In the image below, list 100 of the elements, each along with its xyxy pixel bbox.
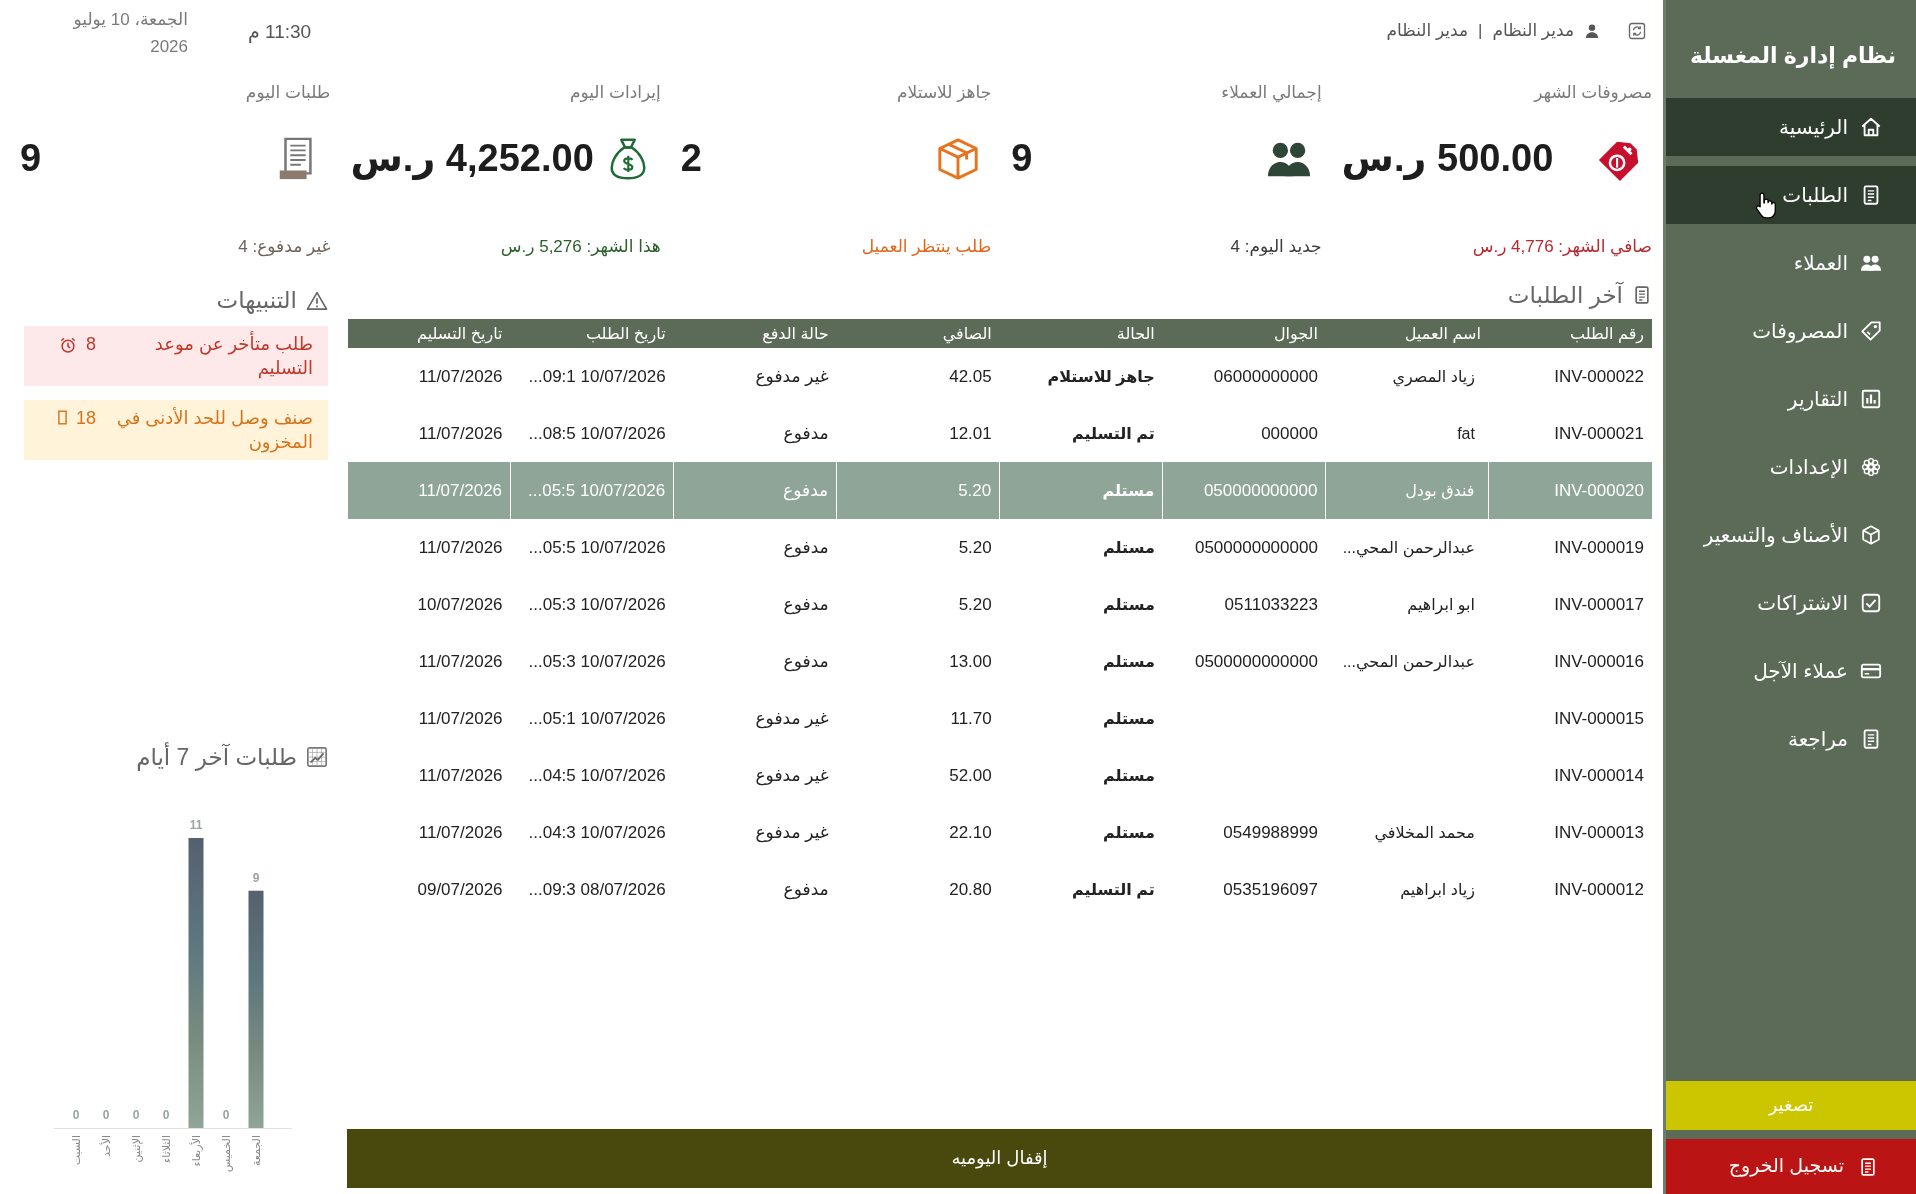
close-day-button[interactable]: إقفال اليوميه bbox=[347, 1129, 1652, 1188]
logout-button[interactable]: تسجيل الخروج bbox=[1666, 1139, 1916, 1194]
column-header[interactable]: الجوال bbox=[1162, 319, 1326, 348]
column-header[interactable]: اسم العميل bbox=[1325, 319, 1489, 348]
nav-item[interactable]: التقارير bbox=[1666, 370, 1916, 428]
table-cell: 10/07/2026 05:5... bbox=[510, 519, 674, 576]
user-icon bbox=[1584, 22, 1600, 39]
table-cell-text: 22.10 bbox=[948, 821, 993, 844]
axis-label: الخميس bbox=[220, 1135, 232, 1173]
alert-text: صنف وصل للحد الأدنى في المخزون bbox=[115, 406, 313, 454]
table-cell-text: INV-000014 bbox=[1553, 764, 1645, 787]
table-cell: 050000000000 bbox=[1162, 462, 1326, 519]
nav-item[interactable]: العملاء bbox=[1666, 234, 1916, 292]
table-cell-text: 0500000000000 bbox=[1193, 650, 1319, 673]
column-header[interactable]: رقم الطلب bbox=[1488, 319, 1652, 348]
stat-note: غير مدفوع: 4 bbox=[238, 236, 331, 258]
column-header[interactable]: تاريخ التسليم bbox=[347, 319, 511, 348]
column-header[interactable]: الصافي bbox=[836, 319, 1000, 348]
refresh-icon bbox=[1628, 21, 1646, 40]
stat-label: إجمالي العملاء bbox=[1221, 82, 1322, 104]
warning-icon bbox=[306, 290, 328, 310]
tag-icon bbox=[1860, 320, 1882, 342]
table-cell-text: زياد ابراهيم bbox=[1399, 879, 1476, 902]
table-cell: INV-000020 bbox=[1488, 462, 1652, 519]
table-cell-text: 10/07/2026 bbox=[416, 593, 504, 616]
app-title: نظام إدارة المغسلة bbox=[1689, 42, 1897, 70]
nav-item[interactable]: الأصناف والتسعير bbox=[1666, 506, 1916, 564]
stat-note: طلب ينتظر العميل bbox=[861, 236, 992, 258]
table-cell-text: INV-000013 bbox=[1553, 821, 1645, 844]
table-cell-text: 11.70 bbox=[949, 707, 993, 730]
nav-item[interactable]: الإعدادات bbox=[1666, 438, 1916, 496]
nav-item[interactable]: الطلبات bbox=[1666, 166, 1916, 224]
table-cell-text: 10/07/2026 05:1... bbox=[527, 707, 667, 730]
table-cell: 11/07/2026 bbox=[347, 462, 511, 519]
table-cell-text: 0511033223 bbox=[1223, 593, 1319, 616]
current-date: الجمعة، 10 يوليو 2026 bbox=[71, 9, 188, 58]
table-cell: مستلم bbox=[999, 462, 1163, 519]
column-header[interactable]: تاريخ الطلب bbox=[510, 319, 674, 348]
check-square-icon bbox=[1860, 592, 1882, 614]
column-header[interactable]: الحالة bbox=[999, 319, 1163, 348]
name-separator: | bbox=[1478, 20, 1483, 42]
table-cell: 11/07/2026 bbox=[347, 405, 511, 462]
table-cell-text: تم التسليم bbox=[1070, 879, 1156, 901]
table-cell-text: مدفوع bbox=[782, 650, 830, 674]
table-cell-text: 0535196097 bbox=[1222, 878, 1319, 901]
table-cell-text: 10/07/2026 04:5... bbox=[527, 764, 667, 787]
stat-label: جاهز للاستلام bbox=[897, 82, 992, 104]
table-cell-text: مدفوع bbox=[782, 878, 830, 902]
table-cell-text: 52.00 bbox=[948, 764, 993, 787]
nav-item[interactable]: الاشتراكات bbox=[1666, 574, 1916, 632]
table-cell-text: عبدالرحمن المحي... bbox=[1341, 651, 1476, 674]
table-cell-text: غير مدفوع bbox=[754, 764, 830, 788]
nav-item[interactable]: الرئيسية bbox=[1666, 98, 1916, 156]
table-cell: 000000 bbox=[1162, 405, 1326, 462]
table-cell: 11/07/2026 bbox=[347, 348, 511, 405]
stat-note: هذا الشهر: 5,276 ر.س bbox=[500, 236, 661, 258]
stat-label: مصروفات الشهر bbox=[1534, 82, 1652, 104]
table-cell-text: 11/07/2026 bbox=[417, 821, 504, 844]
alert-count: 18 bbox=[75, 407, 96, 430]
table-cell-text: 10/07/2026 04:3... bbox=[527, 821, 667, 844]
bar-value-label: 0 bbox=[72, 1108, 80, 1122]
table-cell-text: 0549988999 bbox=[1222, 821, 1319, 844]
table-cell: INV-000021 bbox=[1488, 405, 1652, 462]
table-cell: زياد المصري bbox=[1325, 348, 1489, 405]
table-cell-text: مستلم bbox=[1102, 594, 1156, 616]
table-cell-text: 10/07/2026 05:3... bbox=[527, 593, 667, 616]
nav-item[interactable]: المصروفات bbox=[1666, 302, 1916, 360]
document-icon bbox=[1632, 284, 1652, 306]
column-header[interactable]: حالة الدفع bbox=[673, 319, 837, 348]
bar-value-label: 0 bbox=[102, 1108, 110, 1122]
table-cell: جاهز للاستلام bbox=[999, 348, 1163, 405]
clock-time: 11:30 م bbox=[248, 20, 312, 45]
table-cell-text: INV-000017 bbox=[1553, 593, 1645, 616]
table-cell: 12.01 bbox=[836, 405, 1000, 462]
table-cell-text: 13.00 bbox=[948, 650, 993, 673]
stat-value: 9 bbox=[1011, 138, 1033, 180]
table-cell-text: INV-000016 bbox=[1553, 650, 1645, 673]
table-cell-text: مدفوع bbox=[782, 593, 830, 617]
stat-value: 2 bbox=[680, 138, 702, 180]
table-cell-text: غير مدفوع bbox=[754, 821, 830, 845]
table-cell: 10/07/2026 05:5... bbox=[510, 462, 674, 519]
table-cell-text: مستلم bbox=[1102, 651, 1156, 673]
table-cell: 11/07/2026 bbox=[347, 519, 511, 576]
table-cell-text: 09/07/2026 bbox=[416, 878, 504, 901]
axis-label: الإثنين bbox=[130, 1135, 142, 1163]
table-cell-text: مستلم bbox=[1102, 765, 1156, 787]
axis-label: الجمعة bbox=[250, 1135, 262, 1167]
settings-icon bbox=[1860, 456, 1882, 478]
nav-item[interactable]: مراجعة bbox=[1666, 710, 1916, 768]
table-cell: 5.20 bbox=[836, 462, 1000, 519]
table-cell-text: 11/07/2026 bbox=[417, 707, 504, 730]
house-icon bbox=[1860, 116, 1882, 138]
alert-count: 8 bbox=[86, 333, 96, 356]
document-icon bbox=[1858, 1155, 1878, 1178]
table-cell-text: 20.80 bbox=[948, 878, 993, 901]
nav-item[interactable]: عملاء الآجل bbox=[1666, 642, 1916, 700]
cube-icon bbox=[1860, 524, 1882, 546]
bar-value-label: 0 bbox=[132, 1108, 140, 1122]
table-cell: 10/07/2026 08:5... bbox=[510, 405, 674, 462]
section-title: آخر الطلبات bbox=[1507, 281, 1623, 309]
